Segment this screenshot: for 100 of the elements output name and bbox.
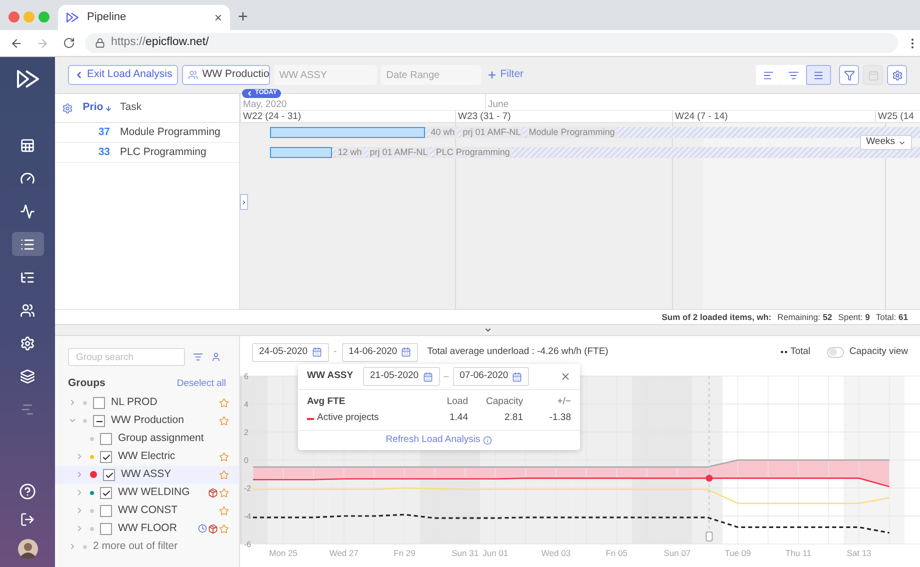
close-icon[interactable] — [560, 371, 571, 382]
star-icon[interactable] — [219, 398, 229, 408]
checkbox[interactable] — [100, 504, 112, 517]
browser-tab[interactable]: Pipeline × — [58, 5, 230, 30]
checkbox[interactable] — [100, 432, 112, 445]
checkbox[interactable] — [93, 396, 105, 409]
month-label: May, 2020 — [243, 100, 287, 110]
tool-button[interactable] — [839, 65, 859, 85]
summary-value: Remaining: 52 — [777, 310, 832, 324]
group-row[interactable]: WW WELDING — [55, 484, 239, 502]
window-controls-icon[interactable] — [8, 11, 50, 23]
group-icon — [188, 70, 198, 80]
calendar-icon — [401, 347, 412, 357]
table-icon — [20, 138, 35, 152]
checkbox[interactable] — [100, 522, 112, 535]
calendar-icon — [312, 347, 322, 357]
filter-field[interactable]: Date Range — [381, 65, 482, 85]
underload-summary: Total average underload : -4.26 wh/h (FTE) — [427, 344, 608, 359]
task-bar[interactable] — [270, 147, 332, 158]
package-icon — [208, 524, 218, 534]
checkbox[interactable] — [103, 468, 115, 481]
summary-label: Sum of 2 loaded items, wh: — [662, 310, 772, 324]
week-label: W22 (24 - 31) — [243, 111, 302, 122]
group-row[interactable]: WW Electric — [55, 448, 239, 466]
group-name: WW Electric — [118, 448, 176, 464]
resize-handle-icon[interactable] — [484, 326, 492, 334]
capacity-toggle[interactable] — [827, 346, 844, 358]
layers-icon — [20, 368, 35, 384]
zoom-select[interactable]: Weeks — [860, 135, 912, 150]
refresh-link[interactable]: Refresh Load Analysis — [386, 433, 492, 448]
prio-cell-text: 37 — [97, 124, 110, 140]
new-tab-button[interactable]: + — [238, 8, 248, 25]
bar-label: PLC Programming — [434, 147, 512, 158]
close-tab-button[interactable]: × — [214, 11, 222, 24]
bar-label: Module Programming — [526, 127, 617, 138]
x-tick-label: Fri 29 — [394, 548, 416, 558]
date-separator: – — [444, 370, 449, 383]
x-tick-label: Thu 11 — [785, 548, 812, 558]
sort-icon[interactable] — [193, 352, 203, 362]
list-icon — [20, 236, 35, 252]
logout-icon[interactable] — [20, 512, 35, 527]
settings-icon[interactable] — [62, 102, 73, 114]
group-row[interactable]: NL PROD — [55, 394, 239, 412]
prio-column-header[interactable]: Prio — [80, 100, 115, 116]
reload-icon[interactable] — [63, 37, 75, 49]
date-field[interactable]: 24-05-2020 — [252, 342, 329, 362]
x-tick-label: Sat 13 — [846, 548, 872, 558]
logo-icon[interactable] — [66, 12, 79, 23]
star-icon[interactable] — [219, 488, 229, 498]
view-toggle[interactable] — [806, 65, 831, 85]
group-row[interactable]: WW FLOOR — [55, 520, 239, 538]
group-name: WW ASSY — [121, 466, 172, 482]
filter-field[interactable]: WW ASSY — [274, 65, 378, 85]
address-bar[interactable]: https://epicflow.net/ — [85, 33, 898, 53]
expand-panel-handle[interactable] — [240, 194, 248, 210]
group-row[interactable]: Group assignment — [55, 430, 239, 448]
date-field[interactable]: 21-05-2020 — [363, 367, 440, 386]
month-label: June — [488, 100, 509, 110]
group-row[interactable]: WW CONST — [55, 502, 239, 520]
checkbox[interactable] — [93, 414, 105, 427]
star-icon[interactable] — [219, 470, 229, 480]
group-name: WW FLOOR — [118, 520, 177, 536]
task-column-header: Task — [119, 100, 142, 116]
group-row[interactable]: WW Production — [55, 412, 239, 430]
user-icon[interactable] — [211, 352, 221, 362]
group-name: WW CONST — [118, 502, 178, 518]
load-value: 1.44 — [448, 411, 468, 426]
group-select[interactable]: WW Productio — [182, 65, 270, 85]
chevron-right-icon[interactable] — [68, 398, 77, 408]
group-search-field[interactable]: Group search — [68, 348, 185, 366]
x-tick-label: Wed 27 — [329, 548, 358, 558]
checkbox[interactable] — [100, 486, 112, 499]
y-tick-label: 6 — [244, 372, 248, 381]
star-icon[interactable] — [219, 452, 229, 462]
group-row[interactable]: 2 more out of filter — [55, 538, 239, 556]
week-label: W25 (14 — [878, 111, 914, 122]
tool-button[interactable] — [887, 65, 907, 85]
back-icon[interactable] — [10, 36, 23, 50]
package-icon — [208, 488, 218, 498]
nav-item[interactable] — [12, 232, 44, 256]
date-field[interactable]: 14-06-2020 — [342, 342, 418, 362]
capacity-value: 2.81 — [504, 411, 523, 426]
row-label: Active projects — [317, 411, 380, 426]
task-bar[interactable] — [270, 127, 425, 138]
column-header: Avg FTE — [307, 394, 346, 409]
avatar-icon[interactable] — [18, 539, 38, 559]
star-icon[interactable] — [219, 524, 229, 534]
view-toggle[interactable] — [756, 65, 781, 85]
star-icon[interactable] — [219, 506, 229, 516]
column-header: Load — [446, 394, 468, 409]
help-icon[interactable] — [19, 483, 36, 500]
lock-icon — [95, 38, 105, 48]
exit-load-analysis-button[interactable]: Exit Load Analysis — [68, 65, 178, 85]
calendar-icon — [422, 372, 433, 382]
star-icon[interactable] — [219, 416, 229, 426]
checkbox[interactable] — [100, 450, 112, 463]
view-toggle[interactable] — [781, 65, 806, 85]
group-row[interactable]: WW ASSY — [55, 466, 239, 484]
date-field[interactable]: 07-06-2020 — [452, 367, 530, 386]
capacity-view-label: Capacity view — [849, 344, 908, 359]
